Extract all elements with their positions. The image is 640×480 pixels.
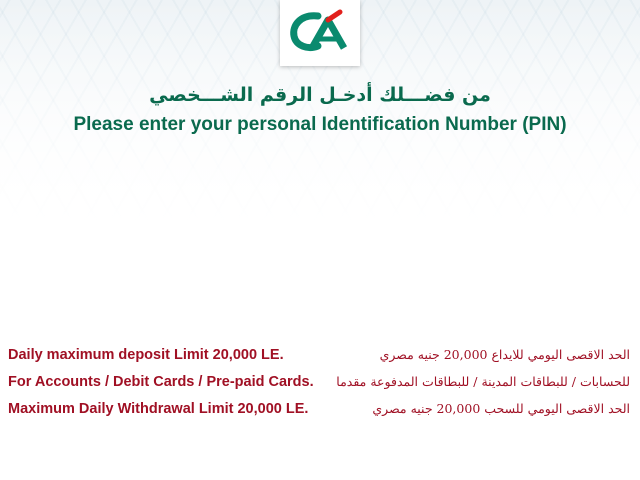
info-line-deposit-limit-arabic: الحد الاقصى اليومي للايداع 20,000 جنيه م… xyxy=(379,347,630,362)
info-line-card-types-arabic: للحسابات / للبطاقات المدينة / للبطاقات ا… xyxy=(336,374,630,389)
bank-logo xyxy=(280,0,360,66)
credit-agricole-logo-icon xyxy=(290,9,348,52)
info-line-withdrawal-limit-arabic: الحد الاقصى اليومي للسحب 20,000 جنيه مصر… xyxy=(372,401,630,416)
info-line-deposit-limit: Daily maximum deposit Limit 20,000 LE. xyxy=(8,347,284,363)
info-line-card-types: For Accounts / Debit Cards / Pre-paid Ca… xyxy=(8,374,314,390)
limits-info-english: Daily maximum deposit Limit 20,000 LE. F… xyxy=(8,344,314,425)
pin-prompt-arabic: من فضـــلك أدخـل الرقم الشـــخصي xyxy=(149,84,491,106)
info-line-withdrawal-limit: Maximum Daily Withdrawal Limit 20,000 LE… xyxy=(8,401,309,417)
pin-prompt-english: Please enter your personal Identificatio… xyxy=(73,114,567,135)
limits-info-arabic: الحد الاقصى اليومي للايداع 20,000 جنيه م… xyxy=(336,344,630,425)
